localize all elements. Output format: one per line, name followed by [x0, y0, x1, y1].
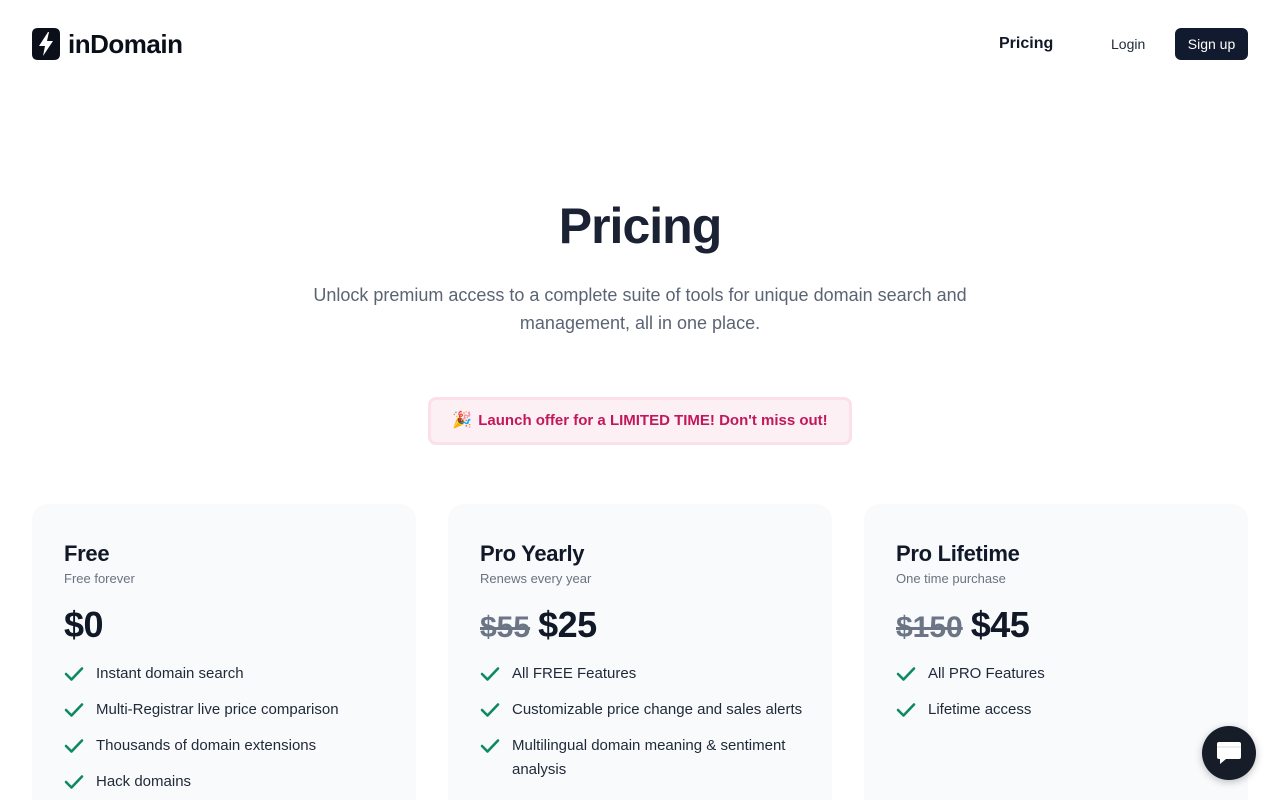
- plan-price: $25: [538, 604, 597, 645]
- price-row: $150 $45: [896, 604, 1030, 649]
- plan-original-price: $150: [896, 611, 963, 644]
- party-popper-icon: 🎉: [452, 412, 473, 429]
- lightning-bolt-icon: [32, 28, 60, 60]
- check-icon: [64, 734, 86, 758]
- check-icon: [480, 698, 502, 722]
- feature-item: Hack domains: [64, 770, 394, 794]
- plan-subtitle: Renews every year: [480, 571, 592, 586]
- plan-subtitle: Free forever: [64, 571, 135, 586]
- feature-text: Customizable price change and sales aler…: [512, 701, 803, 718]
- brand-logo[interactable]: inDomain: [32, 28, 183, 60]
- plan-card-pro-yearly: Pro Yearly Renews every year $55 $25 All…: [448, 504, 832, 800]
- nav-link-pricing[interactable]: Pricing: [999, 34, 1053, 54]
- feature-text: Hack domains: [96, 773, 192, 790]
- feature-item: All FREE Features: [480, 662, 810, 686]
- feature-text: Thousands of domain extensions: [96, 737, 317, 754]
- feature-list: All PRO Features Lifetime access: [896, 662, 1226, 734]
- plan-name: Pro Lifetime: [896, 541, 1020, 566]
- plan-card-pro-lifetime: Pro Lifetime One time purchase $150 $45 …: [864, 504, 1248, 800]
- feature-item: Customizable price change and sales aler…: [480, 698, 810, 722]
- page-title: Pricing: [558, 198, 722, 254]
- price-row: $55 $25: [480, 604, 597, 649]
- feature-list: Instant domain search Multi-Registrar li…: [64, 662, 394, 800]
- nav-link-login[interactable]: Login: [1111, 35, 1145, 53]
- feature-text: Lifetime access: [928, 701, 1032, 718]
- feature-text: All PRO Features: [928, 665, 1045, 682]
- feature-text: Multi-Registrar live price comparison: [96, 701, 339, 718]
- feature-text: Multilingual domain meaning & sentiment …: [512, 737, 786, 778]
- feature-item: Thousands of domain extensions: [64, 734, 394, 758]
- chat-launcher-button[interactable]: [1202, 726, 1256, 780]
- check-icon: [896, 698, 918, 722]
- launch-offer-banner: 🎉 Launch offer for a LIMITED TIME! Don't…: [428, 397, 852, 445]
- feature-list: All FREE Features Customizable price cha…: [480, 662, 810, 794]
- plan-subtitle: One time purchase: [896, 571, 1006, 586]
- plan-price: $0: [64, 604, 104, 645]
- offer-text: Launch offer for a LIMITED TIME! Don't m…: [478, 412, 828, 429]
- signup-button[interactable]: Sign up: [1175, 28, 1248, 60]
- check-icon: [480, 662, 502, 686]
- check-icon: [64, 698, 86, 722]
- check-icon: [64, 770, 86, 794]
- check-icon: [480, 734, 502, 758]
- plan-price: $45: [970, 604, 1030, 645]
- feature-text: Instant domain search: [96, 665, 244, 682]
- brand-name: inDomain: [68, 29, 183, 59]
- chat-bubble-icon: [1217, 742, 1241, 764]
- feature-item: Lifetime access: [896, 698, 1226, 722]
- feature-item: Multilingual domain meaning & sentiment …: [480, 734, 810, 782]
- plan-card-free: Free Free forever $0 Instant domain sear…: [32, 504, 416, 800]
- feature-text: All FREE Features: [512, 665, 637, 682]
- plan-original-price: $55: [480, 611, 531, 644]
- feature-item: Multi-Registrar live price comparison: [64, 698, 394, 722]
- check-icon: [896, 662, 918, 686]
- feature-item: Instant domain search: [64, 662, 394, 686]
- feature-item: All PRO Features: [896, 662, 1226, 686]
- plan-name: Free: [64, 541, 110, 566]
- plan-name: Pro Yearly: [480, 541, 585, 566]
- page-subtitle: Unlock premium access to a complete suit…: [313, 285, 967, 333]
- price-row: $0: [64, 604, 104, 646]
- site-header: inDomain Pricing Login Sign up: [0, 0, 1280, 88]
- check-icon: [64, 662, 86, 686]
